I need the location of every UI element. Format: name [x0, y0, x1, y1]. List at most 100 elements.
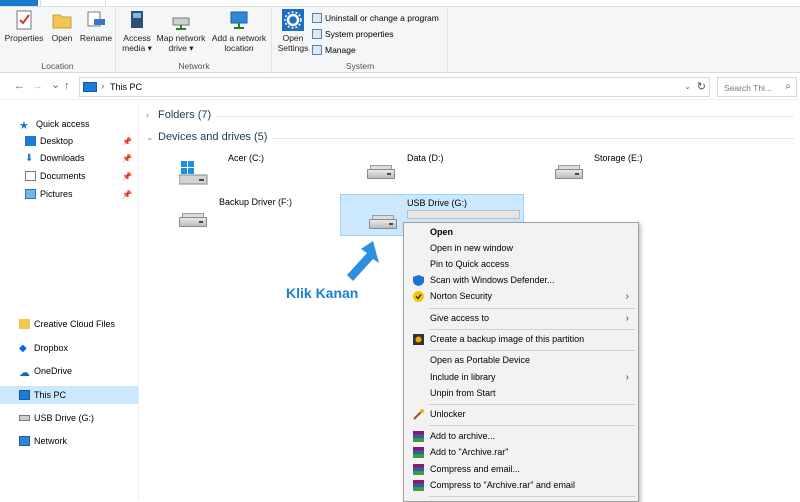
back-button[interactable]: ←: [14, 80, 25, 92]
menu-item-unpin-start[interactable]: Unpin from Start: [405, 385, 637, 401]
breadcrumb[interactable]: This PC: [110, 82, 142, 92]
up-button[interactable]: ↑: [64, 80, 70, 92]
pin-icon[interactable]: 📌: [122, 190, 132, 199]
drive-acer-c[interactable]: Acer (C:): [149, 153, 329, 193]
sidebar-item-network[interactable]: Network: [0, 432, 138, 450]
sidebar-item-label: Downloads: [40, 153, 85, 163]
menu-item-label: Include in library: [430, 372, 496, 382]
map-network-drive-button[interactable]: Map network drive ▾: [155, 9, 207, 53]
windows-drive-icon: [178, 161, 208, 185]
devices-group-header[interactable]: ⌄ Devices and drives (5): [146, 131, 267, 143]
rename-button[interactable]: Rename: [78, 9, 114, 43]
menu-item-unlocker[interactable]: Unlocker: [405, 406, 637, 422]
folder-icon: [19, 319, 30, 329]
sidebar-item-creative-cloud[interactable]: Creative Cloud Files: [0, 315, 138, 333]
properties-button[interactable]: Properties: [4, 9, 44, 43]
cloud-icon: ☁: [19, 367, 30, 379]
pin-icon[interactable]: 📌: [122, 172, 132, 181]
menu-item-create-backup-image[interactable]: Create a backup image of this partition: [405, 331, 637, 347]
drive-storage-e[interactable]: Storage (E:): [525, 153, 705, 193]
sidebar-item-desktop[interactable]: Desktop 📌: [0, 132, 138, 150]
sidebar-item-this-pc[interactable]: This PC: [0, 386, 138, 404]
menu-item-include-in-library[interactable]: Include in library ›: [405, 369, 637, 385]
sidebar-item-downloads[interactable]: ⬇ Downloads 📌: [0, 149, 138, 167]
chevron-right-icon[interactable]: ›: [146, 110, 158, 120]
menu-item-pin-quick-access[interactable]: Pin to Quick access: [405, 256, 637, 272]
open-settings-button[interactable]: Open Settings: [276, 9, 310, 53]
menu-item-add-to-archive-rar[interactable]: Add to "Archive.rar": [405, 444, 637, 460]
forward-button[interactable]: →: [32, 80, 43, 92]
documents-icon: [25, 171, 36, 181]
winrar-icon: [413, 431, 424, 442]
open-settings-label-2: Settings: [277, 43, 309, 53]
drive-label: USB Drive (G:): [407, 198, 468, 208]
dropbox-icon: ◆: [19, 343, 27, 354]
usb-drive-icon: [369, 215, 397, 229]
annotation-arrow-icon: [347, 241, 379, 281]
sidebar-item-label: Network: [34, 436, 68, 446]
star-icon: ★: [19, 120, 29, 132]
sidebar-item-quick-access[interactable]: ★ Quick access: [0, 115, 138, 133]
chevron-right-icon[interactable]: ›: [101, 81, 104, 92]
menu-item-add-to-archive[interactable]: Add to archive...: [405, 428, 637, 444]
menu-item-compress-rar-email[interactable]: Compress to "Archive.rar" and email: [405, 477, 637, 493]
navigation-pane: ★ Quick access Desktop 📌 ⬇ Downloads 📌 D…: [0, 101, 139, 500]
annotation-label: Klik Kanan: [286, 285, 359, 301]
drive-capacity-bar: [407, 210, 520, 219]
menu-item-label: Scan with Windows Defender...: [430, 275, 555, 285]
menu-item-open-portable-device[interactable]: Open as Portable Device: [405, 352, 637, 368]
winrar-icon: [413, 464, 424, 475]
chevron-right-icon: ›: [625, 312, 629, 324]
menu-item-norton-security[interactable]: Norton Security ›: [405, 288, 637, 304]
menu-item-open-new-window[interactable]: Open in new window: [405, 240, 637, 256]
drive-backup-f[interactable]: Backup Driver (F:): [149, 195, 329, 235]
pin-icon[interactable]: 📌: [122, 137, 132, 146]
sidebar-item-usb-drive[interactable]: USB Drive (G:): [0, 409, 138, 427]
address-input[interactable]: › This PC ⌄ ↻: [79, 77, 710, 97]
menu-item-label: Norton Security: [430, 291, 493, 301]
this-pc-icon: [83, 82, 97, 92]
hard-drive-icon: [367, 165, 395, 179]
chevron-down-icon[interactable]: ⌄: [146, 132, 158, 143]
sidebar-item-label: Documents: [40, 171, 86, 181]
search-input[interactable]: Search Thi... ⌕: [717, 77, 797, 97]
menu-item-open[interactable]: Open: [405, 224, 637, 240]
add-network-location-icon: [228, 9, 250, 31]
recent-locations-button[interactable]: ⌄: [51, 78, 60, 91]
pictures-icon: [25, 189, 36, 199]
access-media-label-2: media ▾: [122, 43, 152, 53]
menu-item-label: Open in new window: [430, 243, 514, 253]
sidebar-item-label: Desktop: [40, 136, 74, 146]
manage-button[interactable]: Manage: [312, 43, 356, 57]
drive-data-d[interactable]: Data (D:): [337, 153, 517, 193]
menu-item-compress-and-email[interactable]: Compress and email...: [405, 461, 637, 477]
menu-item-label: Add to archive...: [430, 431, 496, 441]
add-network-location-button[interactable]: Add a network location: [209, 9, 269, 53]
refresh-icon[interactable]: ↻: [697, 80, 706, 93]
menu-item-give-access[interactable]: Give access to ›: [405, 310, 637, 326]
sidebar-item-dropbox[interactable]: ◆ Dropbox: [0, 339, 138, 357]
access-media-button[interactable]: Access media ▾: [120, 9, 154, 53]
menu-item-scan-defender[interactable]: Scan with Windows Defender...: [405, 272, 637, 288]
sidebar-item-documents[interactable]: Documents 📌: [0, 167, 138, 185]
menu-separator: [429, 350, 635, 351]
system-properties-label: System properties: [325, 29, 394, 39]
uninstall-program-button[interactable]: Uninstall or change a program: [312, 11, 439, 25]
sidebar-item-onedrive[interactable]: ☁ OneDrive: [0, 362, 138, 380]
pin-icon[interactable]: 📌: [122, 154, 132, 163]
divider: [272, 138, 794, 139]
folders-header-label: Folders (7): [158, 109, 212, 121]
search-icon[interactable]: ⌕: [785, 81, 791, 92]
search-placeholder: Search Thi...: [724, 83, 773, 93]
system-properties-button[interactable]: System properties: [312, 27, 394, 41]
open-button[interactable]: Open: [48, 9, 76, 43]
sidebar-item-label: Creative Cloud Files: [34, 319, 116, 329]
folders-group-header[interactable]: › Folders (7): [146, 109, 211, 121]
defender-shield-icon: [413, 275, 424, 286]
menu-separator: [429, 425, 635, 426]
hard-drive-icon: [555, 165, 583, 179]
rename-icon: [85, 9, 107, 31]
sidebar-item-pictures[interactable]: Pictures 📌: [0, 185, 138, 203]
chevron-down-icon[interactable]: ⌄: [684, 82, 691, 91]
group-label-location: Location: [41, 61, 74, 71]
